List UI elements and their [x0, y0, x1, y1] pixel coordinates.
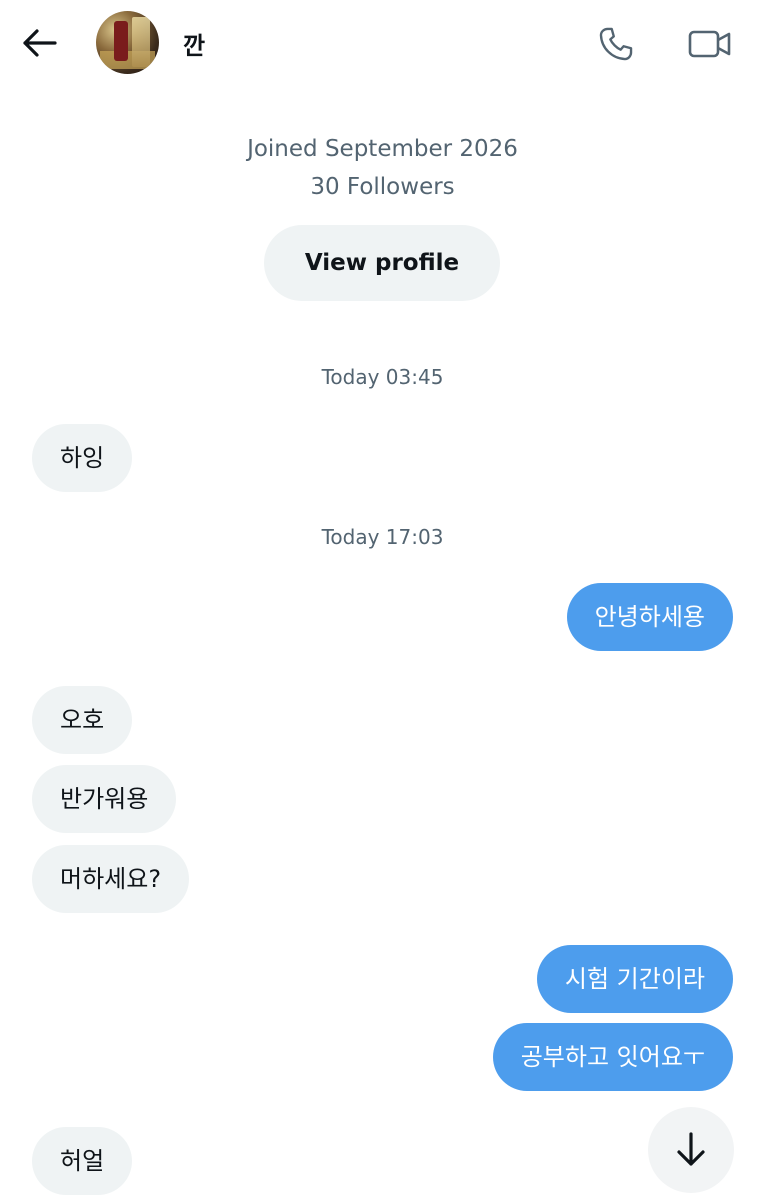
- incoming-message[interactable]: 반가워용: [32, 765, 177, 833]
- followers-count: 30 Followers: [310, 174, 455, 200]
- incoming-message[interactable]: 허얼: [32, 1127, 133, 1195]
- video-camera-icon: [688, 30, 731, 58]
- conversation-username[interactable]: 깐: [183, 26, 205, 61]
- profile-summary: Joined September 2026 30 Followers: [0, 130, 765, 206]
- joined-date: Joined September 2026: [247, 136, 518, 162]
- call-button[interactable]: [594, 22, 638, 66]
- conversation-header: 깐: [0, 0, 765, 90]
- message-timestamp: Today 03:45: [321, 365, 444, 389]
- phone-icon: [599, 27, 633, 61]
- arrow-down-icon: [677, 1132, 705, 1166]
- scroll-to-bottom-button[interactable]: [648, 1107, 734, 1193]
- outgoing-message[interactable]: 안녕하세용: [566, 583, 733, 651]
- outgoing-message[interactable]: 공부하고 잇어요ㅜ: [492, 1023, 733, 1091]
- back-arrow-icon: [23, 29, 57, 57]
- outgoing-message[interactable]: 시험 기간이라: [536, 945, 733, 1013]
- incoming-message[interactable]: 오호: [32, 686, 133, 754]
- avatar[interactable]: [96, 11, 159, 74]
- message-timestamp: Today 17:03: [321, 525, 444, 549]
- video-call-button[interactable]: [686, 22, 734, 66]
- incoming-message[interactable]: 하잉: [32, 424, 133, 492]
- view-profile-button[interactable]: View profile: [264, 225, 500, 301]
- incoming-message[interactable]: 머하세요?: [32, 845, 190, 913]
- back-button[interactable]: [18, 22, 60, 64]
